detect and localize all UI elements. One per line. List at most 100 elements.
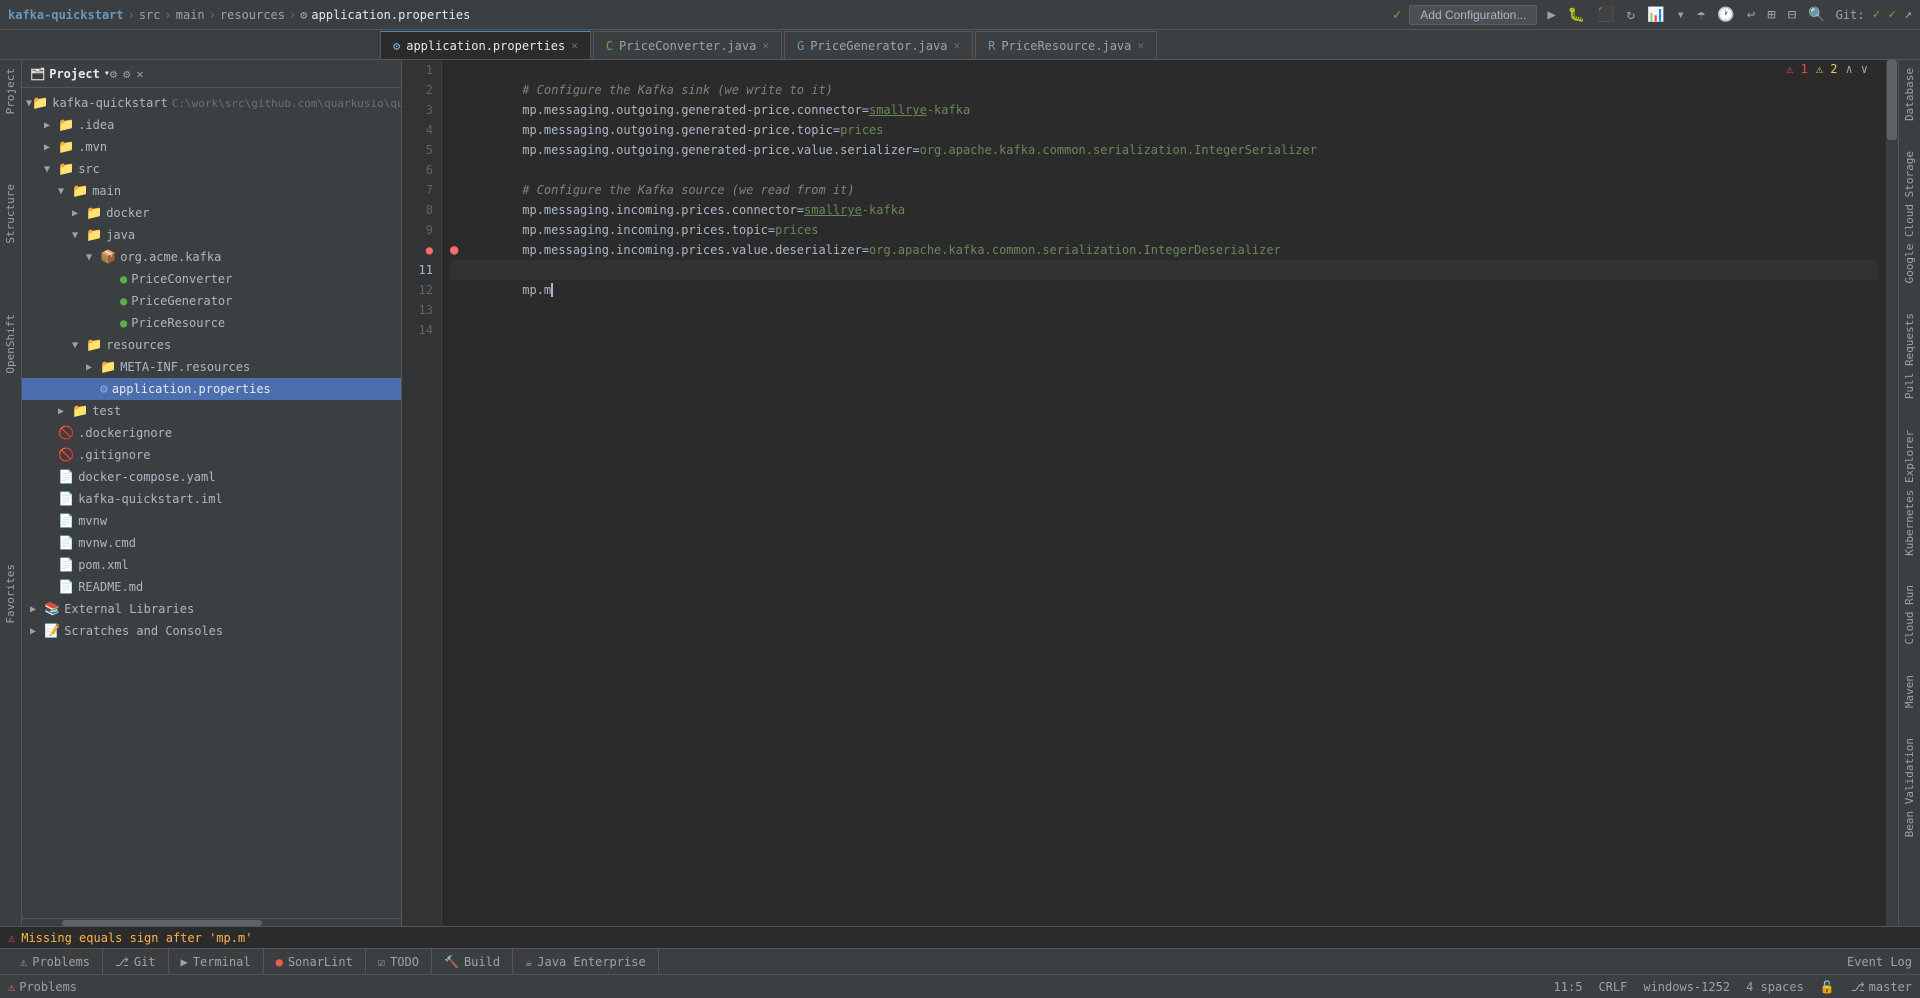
structure-panel-toggle[interactable]: Structure — [2, 180, 19, 248]
run-icon[interactable]: ▶ — [1545, 5, 1557, 25]
status-lock-icon[interactable]: 🔓 — [1820, 980, 1835, 994]
project-panel-toggle[interactable]: Project — [2, 64, 19, 118]
bean-validation-panel-toggle[interactable]: Bean Validation — [1901, 734, 1918, 841]
close-panel-icon[interactable]: ✕ — [136, 67, 143, 81]
code-comment-1: # Configure the Kafka sink (we write to … — [522, 83, 833, 97]
expand-icon[interactable]: ∨ — [1861, 62, 1868, 76]
code-key-8: mp.messaging.incoming.prices.topic= — [522, 223, 775, 237]
git-push-icon[interactable]: ↗ — [1904, 7, 1912, 22]
breadcrumb-main[interactable]: main — [176, 8, 205, 22]
code-line-13 — [450, 300, 1878, 320]
cloud-run-panel-toggle[interactable]: Cloud Run — [1901, 581, 1918, 649]
tab-price-resource[interactable]: R PriceResource.java ✕ — [975, 31, 1157, 59]
tree-item-price-converter[interactable]: ● PriceConverter — [22, 268, 401, 290]
tab-java-enterprise[interactable]: ☕ Java Enterprise — [513, 949, 659, 975]
tree-item-app-props[interactable]: ⚙ application.properties — [22, 378, 401, 400]
code-link-smallrye-7[interactable]: smallrye — [804, 203, 862, 217]
tree-item-mvn[interactable]: ▶ 📁 .mvn — [22, 136, 401, 158]
tree-item-dockerignore[interactable]: 🚫 .dockerignore — [22, 422, 401, 444]
tab-git[interactable]: ⎇ Git — [103, 949, 169, 975]
tree-item-iml[interactable]: 📄 kafka-quickstart.iml — [22, 488, 401, 510]
tree-item-resources[interactable]: ▼ 📁 resources — [22, 334, 401, 356]
tab-problems[interactable]: ⚠ Problems — [8, 949, 103, 975]
layout1-icon[interactable]: ⊞ — [1765, 5, 1777, 25]
code-line-11: mp.m — [450, 260, 1878, 280]
kubernetes-panel-toggle[interactable]: Kubernetes Explorer — [1901, 426, 1918, 560]
editor-vscroll-thumb[interactable] — [1887, 60, 1897, 140]
gcs-panel-toggle[interactable]: Google Cloud Storage — [1901, 147, 1918, 287]
tree-item-test[interactable]: ▶ 📁 test — [22, 400, 401, 422]
tree-item-src[interactable]: ▼ 📁 src — [22, 158, 401, 180]
tree-item-readme[interactable]: 📄 README.md — [22, 576, 401, 598]
tab-close-application-properties[interactable]: ✕ — [571, 39, 578, 52]
tree-item-mvnw-cmd[interactable]: 📄 mvnw.cmd — [22, 532, 401, 554]
tree-item-price-generator[interactable]: ● PriceGenerator — [22, 290, 401, 312]
status-vcs-branch[interactable]: ⎇ master — [1851, 980, 1912, 994]
layout2-icon[interactable]: ⊟ — [1786, 5, 1798, 25]
add-configuration-button[interactable]: Add Configuration... — [1409, 5, 1537, 25]
tab-price-converter[interactable]: C PriceConverter.java ✕ — [593, 31, 782, 59]
pull-requests-panel-toggle[interactable]: Pull Requests — [1901, 309, 1918, 403]
favorites-panel-toggle[interactable]: Favorites — [2, 560, 19, 628]
status-error-icon: ⚠ — [8, 980, 15, 994]
maven-panel-toggle[interactable]: Maven — [1901, 671, 1918, 712]
tree-item-docker-compose[interactable]: 📄 docker-compose.yaml — [22, 466, 401, 488]
breadcrumb-file-icon: ⚙ — [300, 8, 307, 22]
breadcrumb-project[interactable]: kafka-quickstart — [8, 8, 124, 22]
tree-item-scratches[interactable]: ▶ 📝 Scratches and Consoles — [22, 620, 401, 642]
status-line-ending[interactable]: CRLF — [1598, 980, 1627, 994]
coverage-icon[interactable]: ☂ — [1695, 5, 1707, 25]
tree-item-mvnw[interactable]: 📄 mvnw — [22, 510, 401, 532]
sidebar-hscrollbar[interactable] — [22, 918, 401, 926]
status-encoding[interactable]: windows-1252 — [1643, 980, 1730, 994]
status-problems[interactable]: ⚠ Problems — [8, 980, 77, 994]
gear-icon[interactable]: ⚙ — [123, 67, 130, 81]
tree-item-pkg[interactable]: ▼ 📦 org.acme.kafka — [22, 246, 401, 268]
tree-item-gitignore[interactable]: 🚫 .gitignore — [22, 444, 401, 466]
terminal-label: Terminal — [193, 955, 251, 969]
tab-close-price-generator[interactable]: ✕ — [953, 39, 960, 52]
status-indent[interactable]: 4 spaces — [1746, 980, 1804, 994]
breadcrumb: kafka-quickstart › src › main › resource… — [8, 8, 470, 22]
code-editor[interactable]: # Configure the Kafka sink (we write to … — [442, 60, 1886, 926]
stop-icon[interactable]: ⬛ — [1595, 5, 1616, 25]
tab-close-price-resource[interactable]: ✕ — [1137, 39, 1144, 52]
tree-item-ext-libs[interactable]: ▶ 📚 External Libraries — [22, 598, 401, 620]
tree-arrow-pkg: ▼ — [86, 252, 100, 263]
reload-icon[interactable]: ↻ — [1625, 5, 1637, 25]
collapse-icon[interactable]: ∧ — [1846, 62, 1853, 76]
tree-item-root[interactable]: ▼ 📁 kafka-quickstart C:\work\src\github.… — [22, 92, 401, 114]
code-link-smallrye-2[interactable]: smallrye — [869, 103, 927, 117]
search-everywhere-icon[interactable]: 🔍 — [1806, 5, 1827, 25]
tree-item-pom[interactable]: 📄 pom.xml — [22, 554, 401, 576]
editor-vscrollbar[interactable] — [1886, 60, 1898, 926]
event-log-button[interactable]: Event Log — [1847, 955, 1912, 969]
more-run-icon[interactable]: ▾ — [1675, 5, 1687, 25]
tree-item-main[interactable]: ▼ 📁 main — [22, 180, 401, 202]
database-panel-toggle[interactable]: Database — [1901, 64, 1918, 125]
tab-todo[interactable]: ☑ TODO — [366, 949, 432, 975]
history-icon[interactable]: 🕐 — [1715, 5, 1736, 25]
debug-icon[interactable]: 🐛 — [1566, 5, 1587, 25]
tab-sonarlint[interactable]: ● SonarLint — [264, 949, 366, 975]
tree-item-docker[interactable]: ▶ 📁 docker — [22, 202, 401, 224]
tab-price-generator[interactable]: G PriceGenerator.java ✕ — [784, 31, 973, 59]
breadcrumb-src[interactable]: src — [139, 8, 161, 22]
tree-label-idea: .idea — [78, 118, 114, 132]
sync-files-icon[interactable]: ⚙ — [110, 67, 117, 81]
tab-application-properties[interactable]: ⚙ application.properties ✕ — [380, 31, 591, 59]
editor-content[interactable]: 1 2 3 4 5 6 7 8 9 ● 11 12 13 14 # C — [402, 60, 1898, 926]
status-position[interactable]: 11:5 — [1554, 980, 1583, 994]
tab-build[interactable]: 🔨 Build — [432, 949, 513, 975]
tree-item-metainf[interactable]: ▶ 📁 META-INF.resources — [22, 356, 401, 378]
undo-icon[interactable]: ↩ — [1745, 5, 1757, 25]
breadcrumb-current[interactable]: application.properties — [311, 8, 470, 22]
profile-icon[interactable]: 📊 — [1645, 5, 1666, 25]
tree-item-idea[interactable]: ▶ 📁 .idea — [22, 114, 401, 136]
tree-item-java[interactable]: ▼ 📁 java — [22, 224, 401, 246]
breadcrumb-resources[interactable]: resources — [220, 8, 285, 22]
openshift-panel-toggle[interactable]: OpenShift — [2, 310, 19, 378]
tree-item-price-resource[interactable]: ● PriceResource — [22, 312, 401, 334]
tab-terminal[interactable]: ▶ Terminal — [169, 949, 264, 975]
tab-close-price-converter[interactable]: ✕ — [762, 39, 769, 52]
